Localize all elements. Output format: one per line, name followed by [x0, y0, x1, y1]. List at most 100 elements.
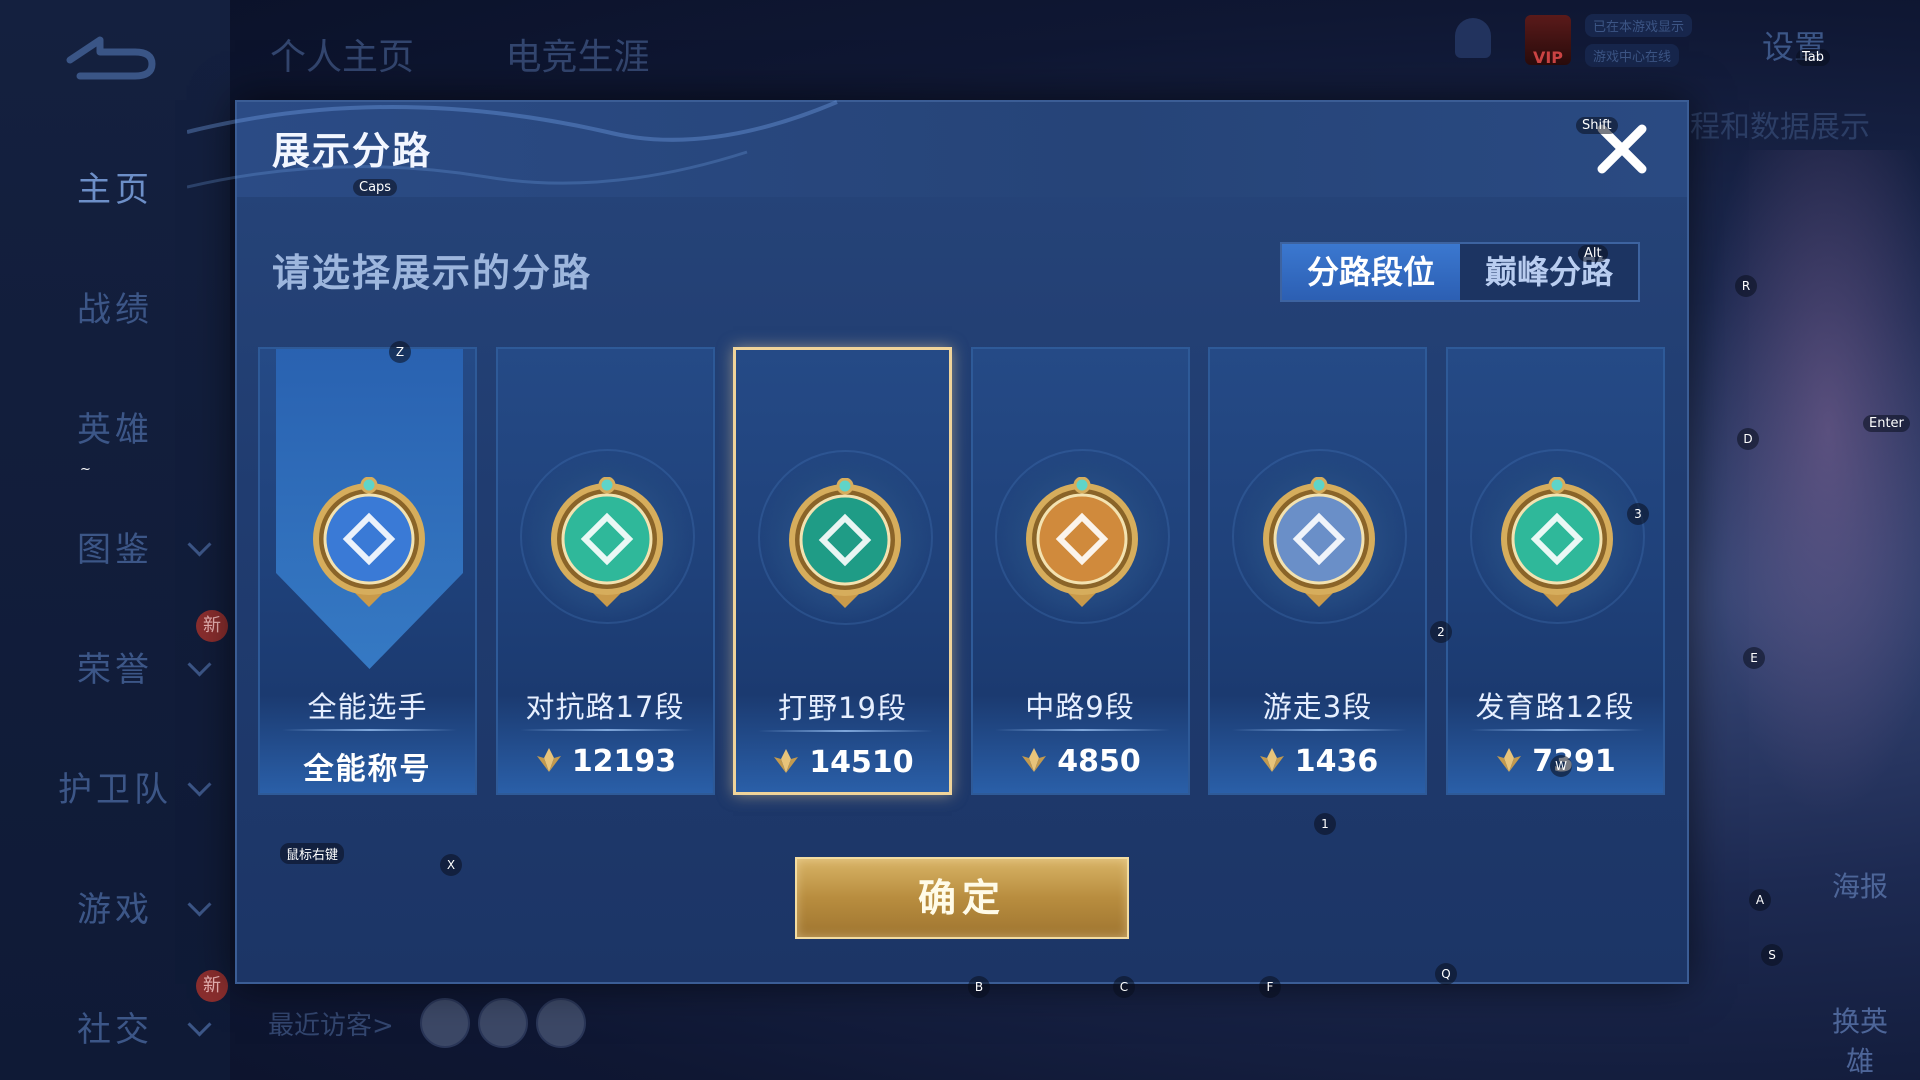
power-score-icon — [1494, 745, 1524, 775]
lane-rank-label: 对抗路17段 — [525, 690, 685, 724]
key-hint-3: 3 — [1627, 503, 1649, 525]
status-line: 游戏中心在线 — [1585, 44, 1680, 67]
lane-cards: 全能选手 全能称号 对抗路17段 12193 打野19段 14510 中路9段 4850 游走3… — [258, 347, 1668, 797]
lane-card[interactable]: 发育路12段 7391 — [1445, 347, 1665, 795]
key-hint-q: Q — [1435, 963, 1457, 985]
farm-lane-emblem-icon — [1497, 476, 1618, 612]
chevron-down-icon — [187, 772, 212, 797]
score-value: 7391 — [1532, 744, 1616, 779]
lane-rank-label: 发育路12段 — [1475, 690, 1635, 724]
lane-score: 4850 — [973, 744, 1188, 779]
show-lane-dialog: 展示分路 请选择展示的分路 分路段位 巅峰分路 全能选手 全能称号 对抗路17段 12… — [187, 100, 1689, 984]
divider — [994, 729, 1170, 731]
nav-item-record[interactable]: 战绩 — [0, 282, 230, 331]
key-hint-alt: Alt — [1578, 245, 1608, 262]
key-hint-d: D — [1737, 428, 1759, 450]
key-hint-right-click: 鼠标右键 — [280, 843, 345, 864]
nav-label: 游戏 — [77, 890, 153, 930]
new-badge: 新 — [196, 970, 228, 1002]
confirm-button[interactable]: 确定 — [795, 857, 1129, 939]
nav-label: 图鉴 — [77, 530, 153, 570]
tab-profile[interactable]: 个人主页 — [270, 28, 414, 80]
key-hint-tilde: ~ — [80, 462, 91, 477]
chevron-down-icon — [187, 532, 212, 557]
dialog-header: 展示分路 — [187, 100, 1687, 197]
chevron-down-icon — [187, 652, 212, 677]
roam-emblem-icon — [1259, 476, 1380, 612]
back-arrow-icon[interactable] — [60, 30, 160, 85]
dialog-title: 展示分路 — [272, 129, 433, 173]
key-hint-enter: Enter — [1863, 415, 1910, 432]
lane-score: 14510 — [736, 745, 949, 780]
nav-label: 护卫队 — [58, 770, 172, 810]
hero-art — [1690, 150, 1920, 850]
lane-card[interactable]: 中路9段 4850 — [970, 347, 1190, 795]
key-hint-tab: Tab — [1796, 49, 1831, 66]
key-hint-b: B — [968, 976, 990, 998]
poster-button[interactable]: 海报 — [1820, 865, 1900, 905]
avatar[interactable] — [420, 998, 470, 1048]
top-tabs: 个人主页 电竞生涯 — [270, 28, 729, 80]
recent-visitors-link[interactable]: 最近访客> — [268, 1005, 394, 1042]
divider — [1469, 729, 1645, 731]
tab-esports[interactable]: 电竞生涯 — [505, 28, 649, 80]
divider — [282, 729, 457, 731]
nav-label: 战绩 — [77, 290, 153, 330]
lane-card[interactable]: 打野19段 14510 — [733, 347, 952, 795]
score-value: 12193 — [571, 744, 677, 779]
divider — [519, 729, 695, 731]
dialog-subtitle: 请选择展示的分路 — [272, 251, 593, 295]
side-text: 程和数据展示 — [1690, 110, 1870, 145]
score-value: 14510 — [809, 745, 914, 780]
mid-lane-emblem-icon — [1022, 476, 1143, 612]
lane-rank-label: 中路9段 — [1025, 690, 1135, 724]
key-hint-2: 2 — [1430, 621, 1452, 643]
status-line: 已在本游戏显示 — [1585, 14, 1693, 37]
toggle-peak-lane[interactable]: 巅峰分路 — [1460, 244, 1638, 300]
lane-score: 1436 — [1210, 744, 1425, 779]
lane-card[interactable]: 游走3段 1436 — [1208, 347, 1427, 795]
nav-label: 荣誉 — [77, 650, 153, 690]
power-score-icon — [534, 745, 564, 775]
avatar[interactable] — [536, 998, 586, 1048]
key-hint-r: R — [1735, 275, 1757, 297]
lane-rank-label: 全能选手 — [307, 690, 428, 724]
nav-item-honor[interactable]: 荣誉 — [0, 642, 230, 691]
divider — [1232, 729, 1407, 731]
title-label: 全能称号 — [303, 752, 432, 787]
nav-item-codex[interactable]: 图鉴 — [0, 522, 230, 571]
lane-rank-label: 游走3段 — [1262, 690, 1373, 724]
score-value: 4850 — [1057, 744, 1141, 779]
lane-rank-label: 打野19段 — [778, 691, 907, 725]
change-hero-button[interactable]: 换英雄 — [1820, 1000, 1900, 1080]
bell-icon[interactable] — [1455, 18, 1491, 58]
power-score-icon — [1257, 745, 1287, 775]
clash-lane-emblem-icon — [547, 476, 668, 612]
nav-item-heroes[interactable]: 英雄 — [0, 402, 230, 451]
key-hint-a: A — [1749, 889, 1771, 911]
toggle-lane-rank[interactable]: 分路段位 — [1282, 244, 1460, 300]
key-hint-x: X — [440, 854, 462, 876]
nav-item-social[interactable]: 社交 — [0, 1002, 230, 1051]
nav-label: 社交 — [77, 1010, 153, 1050]
new-badge: 新 — [196, 610, 228, 642]
allround-emblem-icon — [309, 476, 430, 612]
lane-score: 12193 — [498, 744, 713, 779]
vip-icon[interactable]: VIP — [1525, 15, 1571, 67]
power-score-icon — [1019, 745, 1049, 775]
nav-item-guard[interactable]: 护卫队 — [0, 762, 230, 811]
chevron-down-icon — [187, 1012, 212, 1037]
key-hint-1: 1 — [1314, 813, 1336, 835]
key-hint-s: S — [1761, 944, 1783, 966]
jungle-emblem-icon — [785, 477, 906, 613]
nav-label: 主页 — [77, 170, 153, 210]
avatar[interactable] — [478, 998, 528, 1048]
lane-card[interactable]: 对抗路17段 12193 — [495, 347, 715, 795]
key-hint-c: C — [1113, 976, 1135, 998]
key-hint-f: F — [1259, 976, 1281, 998]
key-hint-z: Z — [389, 341, 411, 363]
lane-card[interactable]: 全能选手 全能称号 — [258, 347, 477, 795]
nav-item-games[interactable]: 游戏 — [0, 882, 230, 931]
nav-label: 英雄 — [77, 410, 153, 450]
divider — [758, 730, 933, 732]
